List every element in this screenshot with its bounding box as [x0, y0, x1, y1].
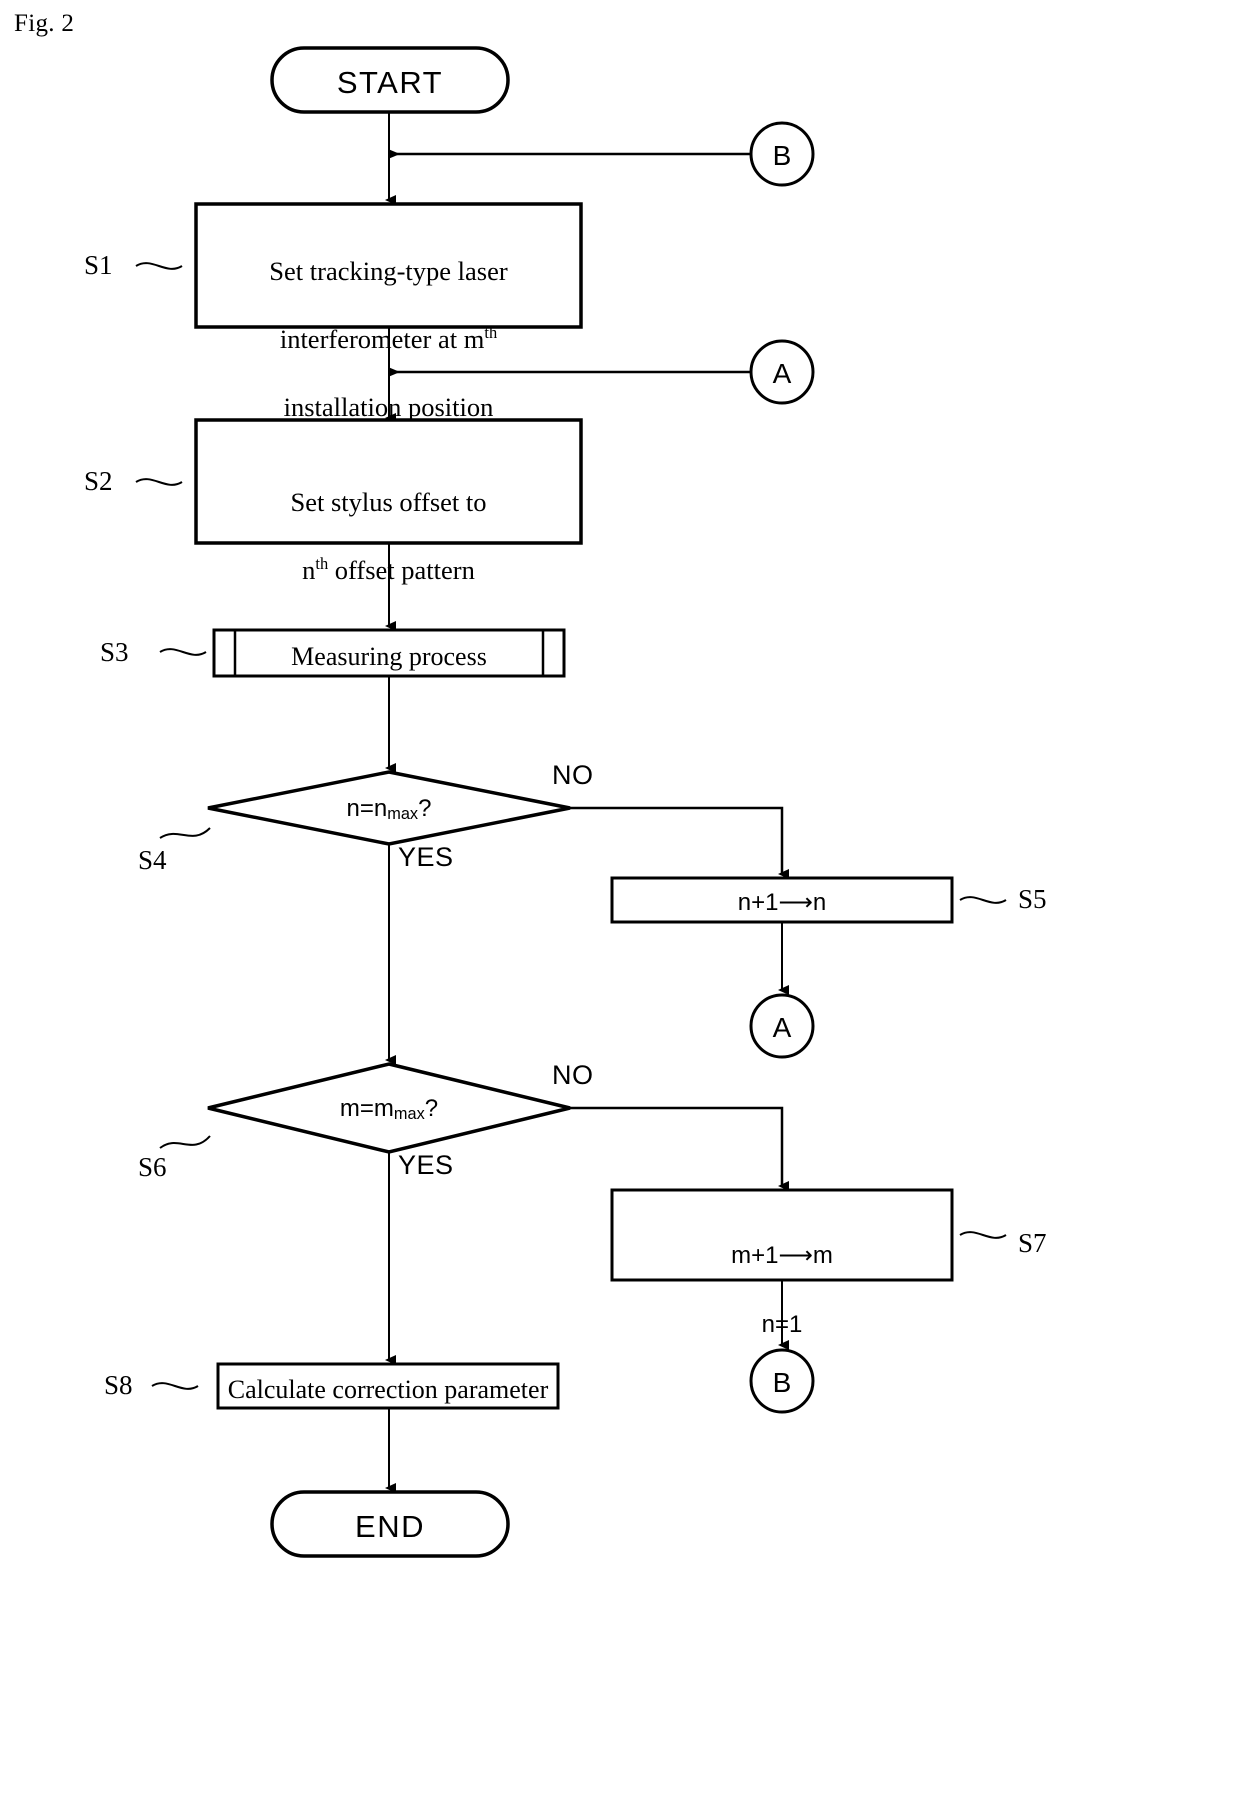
node-connector-b-bottom	[749, 1348, 815, 1414]
step-label-s2: S2	[84, 466, 113, 496]
s6-no-label: NO	[552, 1060, 594, 1090]
node-s4	[207, 770, 571, 846]
figure-page: Fig. 2 START Set tracking-type laser int…	[0, 0, 1240, 1814]
leader-s7	[959, 1231, 1007, 1239]
node-s1	[194, 202, 583, 329]
node-connector-a-right	[749, 993, 815, 1059]
node-s7	[610, 1188, 954, 1282]
leader-s4	[159, 827, 211, 839]
node-connector-a-mid	[749, 339, 815, 405]
leader-s5	[959, 896, 1007, 904]
leader-s3	[159, 648, 207, 656]
leader-s2	[135, 478, 183, 486]
leader-s6	[159, 1135, 211, 1149]
step-label-s1: S1	[84, 250, 113, 280]
node-connector-b-top	[749, 121, 815, 187]
node-end	[270, 1490, 510, 1558]
s4-yes-label: YES	[398, 842, 454, 872]
leader-s1	[135, 262, 183, 270]
edge-s4-no-to-s5	[570, 806, 789, 879]
step-label-s7: S7	[1018, 1228, 1047, 1258]
step-label-s4: S4	[138, 845, 167, 875]
node-s6	[207, 1062, 571, 1154]
node-s8	[216, 1362, 560, 1410]
node-s5	[610, 876, 954, 924]
flowchart-canvas	[135, 46, 1007, 1558]
edge-s6-no-to-s7	[570, 1106, 789, 1191]
node-s3	[212, 628, 566, 678]
node-start	[270, 46, 510, 114]
step-label-s3: S3	[100, 637, 129, 667]
step-label-s8: S8	[104, 1370, 133, 1400]
s4-no-label: NO	[552, 760, 594, 790]
node-s2	[194, 418, 583, 545]
step-label-s5: S5	[1018, 884, 1047, 914]
step-label-s6: S6	[138, 1152, 167, 1182]
leader-s8	[151, 1382, 199, 1390]
s6-yes-label: YES	[398, 1150, 454, 1180]
